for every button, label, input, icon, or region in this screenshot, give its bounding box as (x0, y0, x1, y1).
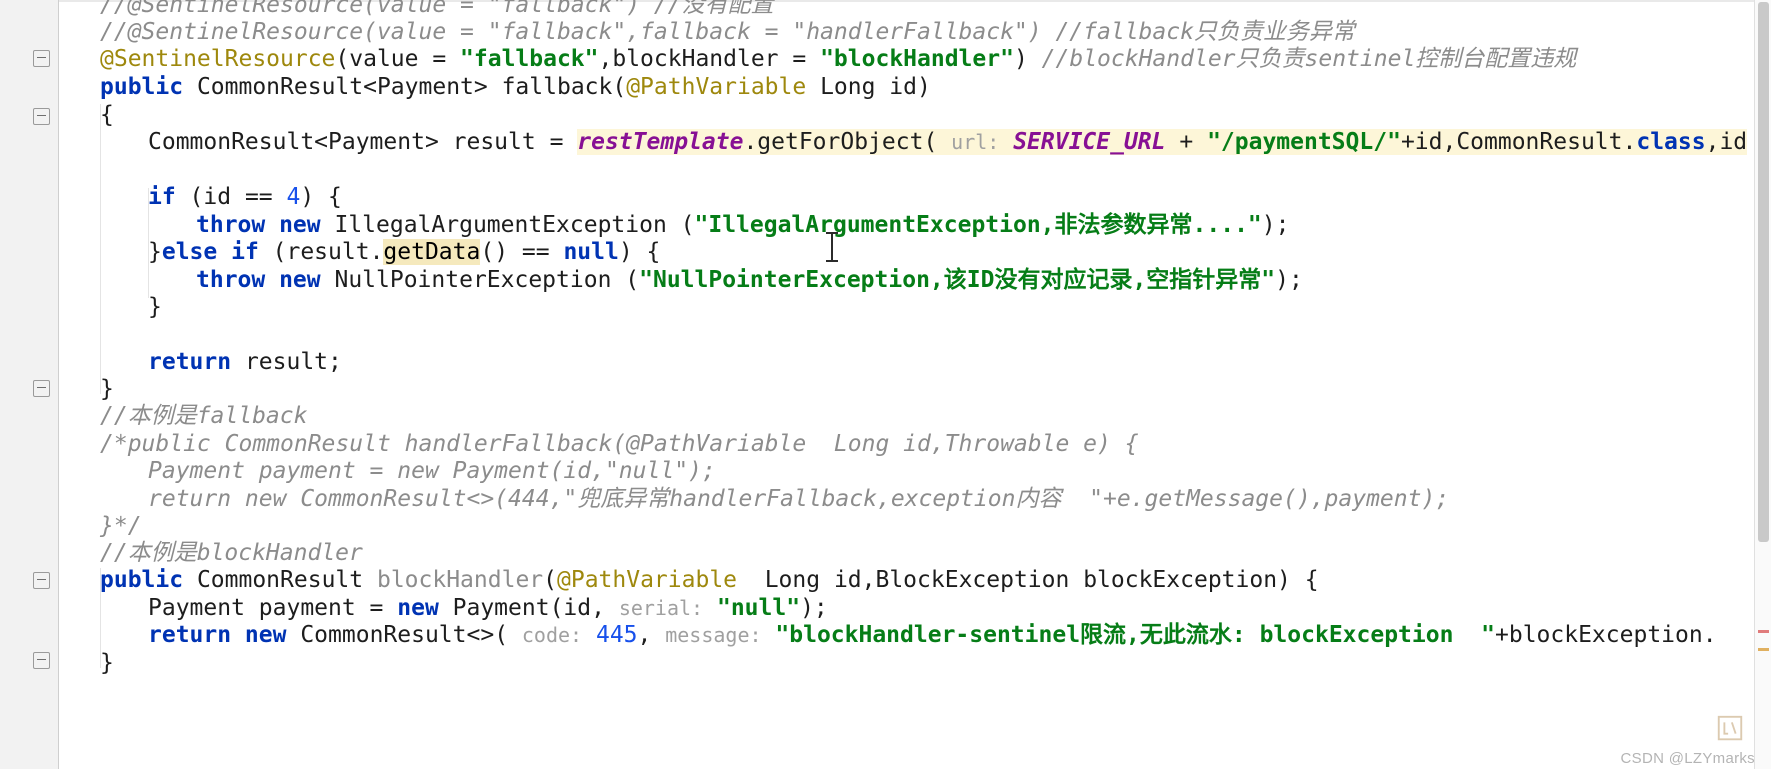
param-hint-url: url: (951, 130, 1000, 154)
scrollbar-thumb[interactable] (1758, 2, 1769, 542)
code-line[interactable]: /*public CommonResult handlerFallback(@P… (100, 430, 1139, 458)
annotation-sentinel-resource: @SentinelResource (100, 46, 336, 72)
ide-logo-icon (1717, 715, 1743, 741)
block-comment-body: Payment payment = new Payment(id,"null")… (148, 458, 716, 484)
gutter-separator (58, 0, 59, 773)
param-hint-serial: serial: (618, 596, 704, 620)
block-comment-end: }*/ (100, 513, 142, 539)
param-hint-code: code: (521, 623, 583, 647)
fold-marker[interactable] (33, 380, 50, 397)
code-line[interactable]: //@SentinelResource(value = "fallback") … (100, 0, 774, 19)
annotation-path-variable: @PathVariable (626, 74, 807, 100)
fold-marker[interactable] (33, 572, 50, 589)
line-comment-fallback: //本例是fallback (100, 403, 308, 429)
string-illegal-argument-message: "IllegalArgumentException,非法参数异常...." (694, 212, 1262, 238)
code-line[interactable]: //@SentinelResource(value = "fallback",f… (100, 18, 1355, 46)
code-line[interactable]: return result; (148, 348, 342, 376)
code-editor[interactable]: //@SentinelResource(value = "fallback") … (0, 0, 1771, 773)
fold-marker[interactable] (33, 108, 50, 125)
code-line[interactable]: return new CommonResult<>(444,"兜底异常handl… (148, 485, 1449, 513)
code-line[interactable]: } (100, 375, 114, 403)
string-payment-sql-path: "/paymentSQL/" (1207, 129, 1401, 155)
string-null-pointer-message: "NullPointerException,该ID没有对应记录,空指针异常" (639, 267, 1276, 293)
number-literal: 4 (286, 184, 301, 210)
trailing-comment: //blockHandler只负责sentinel控制台配置违规 (1041, 46, 1577, 72)
code-line[interactable]: //本例是blockHandler (100, 539, 363, 567)
editor-scrollbar[interactable] (1754, 0, 1771, 773)
code-line-highlighted[interactable]: CommonResult<Payment> result = restTempl… (148, 128, 1748, 156)
number-literal-445: 445 (595, 622, 638, 648)
error-stripe[interactable] (1758, 630, 1769, 633)
code-line[interactable]: Payment payment = new Payment(id,"null")… (148, 457, 716, 485)
line-comment: //@SentinelResource(value = "fallback") … (100, 0, 774, 18)
warning-stripe[interactable] (1758, 648, 1769, 651)
code-line[interactable]: @SentinelResource(value = "fallback",blo… (100, 45, 1576, 73)
editor-gutter[interactable] (0, 0, 59, 773)
code-line[interactable]: if (id == 4) { (148, 183, 342, 211)
field-rest-template: restTemplate (577, 129, 744, 155)
code-line[interactable]: { (100, 101, 114, 129)
code-line[interactable]: return new CommonResult<>( code: 445, me… (148, 621, 1717, 649)
code-content[interactable]: //@SentinelResource(value = "fallback") … (60, 0, 1771, 773)
string-blockhandler: "blockHandler" (820, 46, 1014, 72)
code-line[interactable]: Payment payment = new Payment(id, serial… (148, 594, 828, 622)
fold-marker[interactable] (33, 50, 50, 67)
method-name-blockhandler: blockHandler (376, 567, 544, 593)
code-line[interactable]: public CommonResult blockHandler(@PathVa… (100, 566, 1319, 594)
code-line[interactable]: throw new NullPointerException ("NullPoi… (196, 266, 1303, 294)
editor-bottom-edge (0, 769, 1771, 773)
block-comment-start: /*public CommonResult handlerFallback(@P… (100, 431, 1139, 457)
annotation-path-variable: @PathVariable (557, 567, 738, 593)
line-comment: //@SentinelResource(value = "fallback",f… (100, 19, 1355, 45)
highlighted-method-getdata: getData (383, 239, 481, 265)
code-line[interactable]: //本例是fallback (100, 402, 307, 430)
string-fallback: "fallback" (460, 46, 599, 72)
block-comment-body: return new CommonResult<>(444,"兜底异常handl… (148, 486, 1450, 512)
fold-marker[interactable] (33, 652, 50, 669)
code-line[interactable]: }*/ (100, 512, 142, 540)
text-cursor-ibeam (826, 232, 838, 262)
highlighted-expression: restTemplate.getForObject( url: SERVICE_… (577, 129, 1748, 155)
code-line[interactable]: } (100, 649, 114, 677)
line-comment-blockhandler: //本例是blockHandler (100, 540, 363, 566)
param-hint-message: message: (665, 623, 762, 647)
code-line[interactable]: }else if (result.getData() == null) { (148, 238, 660, 266)
code-line[interactable]: public CommonResult<Payment> fallback(@P… (100, 73, 931, 101)
string-blockhandler-message: "blockHandler-sentinel限流,无此流水: blockExce… (775, 622, 1495, 648)
watermark: CSDN @LZYmarks (1620, 750, 1755, 767)
code-line[interactable]: throw new IllegalArgumentException ("Ill… (196, 211, 1289, 239)
string-null: "null" (716, 595, 801, 621)
code-line[interactable]: } (148, 293, 162, 321)
field-service-url: SERVICE_URL (1013, 129, 1166, 155)
